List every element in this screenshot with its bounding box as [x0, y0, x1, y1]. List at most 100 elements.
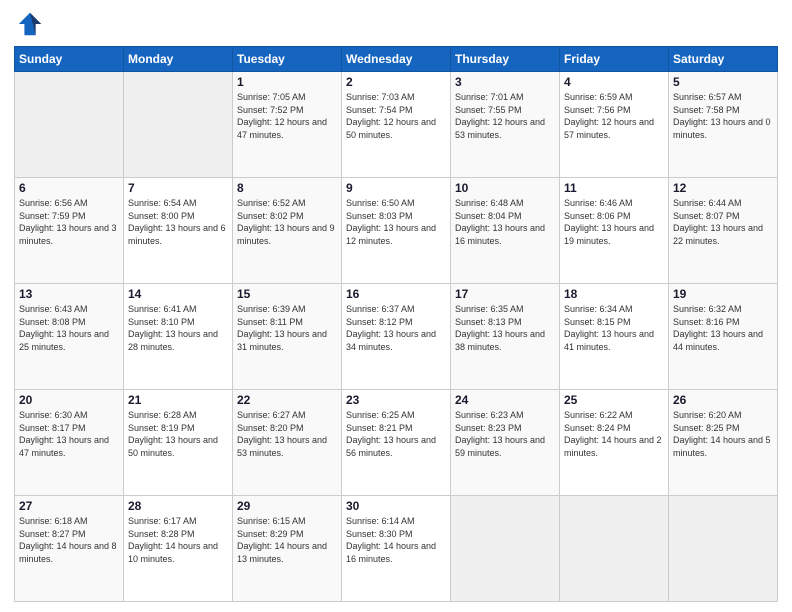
day-header-monday: Monday [124, 47, 233, 72]
day-info: Sunrise: 6:41 AM Sunset: 8:10 PM Dayligh… [128, 303, 228, 353]
calendar-cell: 8 Sunrise: 6:52 AM Sunset: 8:02 PM Daylig… [233, 178, 342, 284]
calendar-cell: 1 Sunrise: 7:05 AM Sunset: 7:52 PM Daylig… [233, 72, 342, 178]
calendar-cell: 30 Sunrise: 6:14 AM Sunset: 8:30 PM Dayli… [342, 496, 451, 602]
calendar-cell: 24 Sunrise: 6:23 AM Sunset: 8:23 PM Dayli… [451, 390, 560, 496]
day-header-wednesday: Wednesday [342, 47, 451, 72]
day-info: Sunrise: 6:57 AM Sunset: 7:58 PM Dayligh… [673, 91, 773, 141]
day-header-friday: Friday [560, 47, 669, 72]
day-number: 6 [19, 181, 119, 195]
day-number: 22 [237, 393, 337, 407]
day-header-thursday: Thursday [451, 47, 560, 72]
calendar-cell [451, 496, 560, 602]
day-info: Sunrise: 6:44 AM Sunset: 8:07 PM Dayligh… [673, 197, 773, 247]
day-number: 20 [19, 393, 119, 407]
day-info: Sunrise: 6:34 AM Sunset: 8:15 PM Dayligh… [564, 303, 664, 353]
calendar-week-1: 1 Sunrise: 7:05 AM Sunset: 7:52 PM Daylig… [15, 72, 778, 178]
logo [14, 10, 44, 38]
calendar-cell: 4 Sunrise: 6:59 AM Sunset: 7:56 PM Daylig… [560, 72, 669, 178]
day-number: 13 [19, 287, 119, 301]
day-number: 4 [564, 75, 664, 89]
day-info: Sunrise: 6:14 AM Sunset: 8:30 PM Dayligh… [346, 515, 446, 565]
day-info: Sunrise: 7:05 AM Sunset: 7:52 PM Dayligh… [237, 91, 337, 141]
day-number: 28 [128, 499, 228, 513]
calendar-cell: 3 Sunrise: 7:01 AM Sunset: 7:55 PM Daylig… [451, 72, 560, 178]
header [14, 10, 778, 38]
calendar-cell: 12 Sunrise: 6:44 AM Sunset: 8:07 PM Dayli… [669, 178, 778, 284]
day-info: Sunrise: 6:35 AM Sunset: 8:13 PM Dayligh… [455, 303, 555, 353]
calendar-cell [560, 496, 669, 602]
day-number: 21 [128, 393, 228, 407]
day-number: 15 [237, 287, 337, 301]
calendar-cell: 18 Sunrise: 6:34 AM Sunset: 8:15 PM Dayli… [560, 284, 669, 390]
calendar-cell: 13 Sunrise: 6:43 AM Sunset: 8:08 PM Dayli… [15, 284, 124, 390]
day-info: Sunrise: 6:59 AM Sunset: 7:56 PM Dayligh… [564, 91, 664, 141]
day-number: 12 [673, 181, 773, 195]
logo-icon [16, 10, 44, 38]
day-number: 7 [128, 181, 228, 195]
day-number: 19 [673, 287, 773, 301]
day-info: Sunrise: 6:18 AM Sunset: 8:27 PM Dayligh… [19, 515, 119, 565]
day-header-tuesday: Tuesday [233, 47, 342, 72]
day-info: Sunrise: 6:17 AM Sunset: 8:28 PM Dayligh… [128, 515, 228, 565]
day-info: Sunrise: 6:54 AM Sunset: 8:00 PM Dayligh… [128, 197, 228, 247]
day-header-sunday: Sunday [15, 47, 124, 72]
calendar-cell: 10 Sunrise: 6:48 AM Sunset: 8:04 PM Dayli… [451, 178, 560, 284]
calendar-cell: 9Sunrise: 6:50 AM Sunset: 8:03 PM Daylig… [342, 178, 451, 284]
day-number: 17 [455, 287, 555, 301]
day-info: Sunrise: 6:27 AM Sunset: 8:20 PM Dayligh… [237, 409, 337, 459]
calendar-week-3: 13 Sunrise: 6:43 AM Sunset: 8:08 PM Dayli… [15, 284, 778, 390]
calendar-cell: 14 Sunrise: 6:41 AM Sunset: 8:10 PM Dayli… [124, 284, 233, 390]
day-info: Sunrise: 6:56 AM Sunset: 7:59 PM Dayligh… [19, 197, 119, 247]
calendar-cell: 21 Sunrise: 6:28 AM Sunset: 8:19 PM Dayli… [124, 390, 233, 496]
day-info: Sunrise: 6:28 AM Sunset: 8:19 PM Dayligh… [128, 409, 228, 459]
calendar-cell: 28 Sunrise: 6:17 AM Sunset: 8:28 PM Dayli… [124, 496, 233, 602]
page: SundayMondayTuesdayWednesdayThursdayFrid… [0, 0, 792, 612]
day-number: 3 [455, 75, 555, 89]
day-number: 23 [346, 393, 446, 407]
day-info: Sunrise: 6:39 AM Sunset: 8:11 PM Dayligh… [237, 303, 337, 353]
day-info: Sunrise: 7:01 AM Sunset: 7:55 PM Dayligh… [455, 91, 555, 141]
calendar-cell: 5 Sunrise: 6:57 AM Sunset: 7:58 PM Daylig… [669, 72, 778, 178]
calendar-week-5: 27 Sunrise: 6:18 AM Sunset: 8:27 PM Dayli… [15, 496, 778, 602]
calendar-cell: 29Sunrise: 6:15 AM Sunset: 8:29 PM Dayli… [233, 496, 342, 602]
day-info: Sunrise: 6:23 AM Sunset: 8:23 PM Dayligh… [455, 409, 555, 459]
calendar-week-2: 6 Sunrise: 6:56 AM Sunset: 7:59 PM Daylig… [15, 178, 778, 284]
day-info: Sunrise: 6:46 AM Sunset: 8:06 PM Dayligh… [564, 197, 664, 247]
day-number: 2 [346, 75, 446, 89]
day-number: 11 [564, 181, 664, 195]
calendar-table: SundayMondayTuesdayWednesdayThursdayFrid… [14, 46, 778, 602]
calendar-cell: 26Sunrise: 6:20 AM Sunset: 8:25 PM Dayli… [669, 390, 778, 496]
day-number: 5 [673, 75, 773, 89]
day-info: Sunrise: 6:43 AM Sunset: 8:08 PM Dayligh… [19, 303, 119, 353]
calendar-cell: 27 Sunrise: 6:18 AM Sunset: 8:27 PM Dayli… [15, 496, 124, 602]
day-info: Sunrise: 7:03 AM Sunset: 7:54 PM Dayligh… [346, 91, 446, 141]
calendar-week-4: 20 Sunrise: 6:30 AM Sunset: 8:17 PM Dayli… [15, 390, 778, 496]
day-number: 10 [455, 181, 555, 195]
day-number: 18 [564, 287, 664, 301]
calendar-cell: 17 Sunrise: 6:35 AM Sunset: 8:13 PM Dayli… [451, 284, 560, 390]
day-info: Sunrise: 6:48 AM Sunset: 8:04 PM Dayligh… [455, 197, 555, 247]
calendar-cell: 2 Sunrise: 7:03 AM Sunset: 7:54 PM Daylig… [342, 72, 451, 178]
day-number: 1 [237, 75, 337, 89]
calendar-cell [124, 72, 233, 178]
calendar-cell [669, 496, 778, 602]
day-number: 16 [346, 287, 446, 301]
day-number: 14 [128, 287, 228, 301]
calendar-header-row: SundayMondayTuesdayWednesdayThursdayFrid… [15, 47, 778, 72]
day-info: Sunrise: 6:30 AM Sunset: 8:17 PM Dayligh… [19, 409, 119, 459]
calendar-cell: 7 Sunrise: 6:54 AM Sunset: 8:00 PM Daylig… [124, 178, 233, 284]
calendar-cell: 23 Sunrise: 6:25 AM Sunset: 8:21 PM Dayli… [342, 390, 451, 496]
day-info: Sunrise: 6:52 AM Sunset: 8:02 PM Dayligh… [237, 197, 337, 247]
day-info: Sunrise: 6:32 AM Sunset: 8:16 PM Dayligh… [673, 303, 773, 353]
calendar-cell: 25Sunrise: 6:22 AM Sunset: 8:24 PM Dayli… [560, 390, 669, 496]
calendar-cell: 6 Sunrise: 6:56 AM Sunset: 7:59 PM Daylig… [15, 178, 124, 284]
day-info: Sunrise: 6:25 AM Sunset: 8:21 PM Dayligh… [346, 409, 446, 459]
day-number: 24 [455, 393, 555, 407]
day-number: 29 [237, 499, 337, 513]
calendar-cell: 11 Sunrise: 6:46 AM Sunset: 8:06 PM Dayli… [560, 178, 669, 284]
day-number: 8 [237, 181, 337, 195]
day-number: 30 [346, 499, 446, 513]
calendar-cell: 19 Sunrise: 6:32 AM Sunset: 8:16 PM Dayli… [669, 284, 778, 390]
day-number: 26 [673, 393, 773, 407]
day-number: 27 [19, 499, 119, 513]
